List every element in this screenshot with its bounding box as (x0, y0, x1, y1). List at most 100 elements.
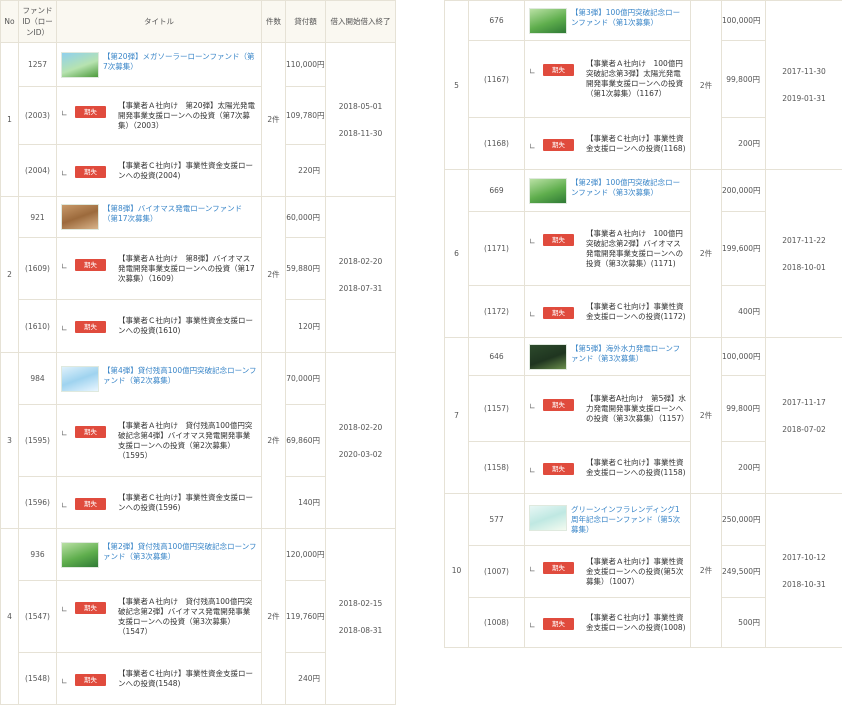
end-date: 2018-11-30 (338, 128, 383, 138)
fund-title-cell: 【第2弾】100億円突破記念ローンファンド（第3次募集） (524, 169, 691, 212)
fund-id: 936 (18, 528, 57, 581)
child-elbow-icon: ∟ (529, 67, 536, 76)
loan-id: (2003) (18, 86, 57, 145)
loan-cell: ∟ 期失 【事業者Ｃ社向け】事業性資金支援ローンへの投資(1168) (524, 117, 691, 170)
loan-amount: 120円 (285, 299, 326, 353)
fund-title-link[interactable]: 【第4弾】貸付残高100億円突破記念ローンファンド（第2次募集） (103, 366, 257, 386)
fund-amount: 250,000円 (721, 493, 766, 546)
fund-title-cell: 【第2弾】貸付残高100億円突破記念ローンファンド（第3次募集） (56, 528, 262, 581)
loan-id: (1171) (468, 211, 525, 286)
loan-id: (1547) (18, 580, 57, 653)
start-date: 2017-11-30 (782, 67, 826, 76)
loan-amount: 400円 (721, 285, 766, 338)
fund-id: 984 (18, 352, 57, 405)
end-date: 2018-07-31 (338, 283, 383, 293)
end-date: 2018-07-02 (782, 424, 826, 434)
fund-title-link[interactable]: 【第5弾】海外水力発電ローンファンド（第3次募集） (571, 344, 686, 364)
child-elbow-icon: ∟ (61, 168, 68, 178)
loan-title: 【事業者Ａ社向け 第8弾】バイオマス発電開発事業支援ローンへの投資（第17次募集… (118, 253, 255, 283)
fund-thumbnail[interactable] (61, 51, 99, 78)
status-badge: 期失 (543, 617, 574, 630)
fund-title-link[interactable]: 【第20弾】メガソーラーローンファンド（第7次募集） (103, 52, 257, 72)
fund-thumbnail[interactable] (61, 365, 99, 392)
loan-id: (1168) (468, 117, 525, 170)
fund-title-link[interactable]: 【第2弾】100億円突破記念ローンファンド（第3次募集） (571, 178, 686, 198)
child-elbow-icon: ∟ (61, 428, 68, 438)
loan-amount: 99,800円 (721, 40, 766, 118)
fund-row: 3 984 【第4弾】貸付残高100億円突破記念ローンファンド（第2次募集） 2… (0, 352, 396, 529)
fund-thumbnail[interactable] (61, 204, 99, 230)
loan-cell: ∟ 期失 【事業者Ａ社向け 100億円突破記念第2弾】バイオマス発電開発事業支援… (524, 211, 691, 286)
fund-title-cell: 【第5弾】海外水力発電ローンファンド（第3次募集） (524, 337, 691, 376)
fund-thumbnail[interactable] (529, 343, 567, 370)
loan-title: 【事業者Ｃ社向け】事業性資金支援ローンへの投資(1168) (586, 133, 686, 153)
loan-id: (1167) (468, 40, 525, 118)
fund-title-link[interactable]: 【第3弾】100億円突破記念ローンファンド（第1次募集） (571, 8, 686, 28)
fund-title-link[interactable]: 【第2弾】貸付残高100億円突破記念ローンファンド（第3次募集） (103, 542, 257, 562)
fund-title-cell: 【第20弾】メガソーラーローンファンド（第7次募集） (56, 42, 262, 87)
status-badge: 期失 (543, 398, 574, 411)
child-elbow-icon: ∟ (61, 108, 68, 118)
loan-title: 【事業者Ｃ社向け】事業性資金支援ローンへの投資(1610) (118, 316, 253, 335)
date-range: 2017-11-30 2019-01-31 (765, 0, 842, 170)
row-number: 2 (0, 196, 19, 353)
fund-thumbnail[interactable] (529, 177, 567, 204)
status-badge: 期失 (543, 64, 574, 76)
child-elbow-icon: ∟ (529, 309, 536, 319)
child-elbow-icon: ∟ (61, 261, 68, 271)
fund-amount: 100,000円 (721, 0, 766, 41)
fund-thumbnail[interactable] (529, 504, 567, 531)
loan-title: 【事業者Ｃ社向け】事業性資金支援ローンへの投資(1596) (118, 492, 253, 512)
row-number: 6 (444, 169, 469, 338)
loan-cell: ∟ 期失 【事業者Ｃ社向け】事業性資金支援ローンへの投資(2004) (56, 144, 262, 197)
loan-amount: 140円 (285, 476, 326, 529)
loan-id: (1595) (18, 404, 57, 477)
fund-title-cell: 【第8弾】バイオマス発電ローンファンド（第17次募集） (56, 196, 262, 238)
date-range: 2018-02-20 2018-07-31 (325, 196, 396, 353)
status-badge: 期失 (75, 601, 106, 614)
status-badge: 期失 (75, 165, 106, 178)
child-elbow-icon: ∟ (529, 401, 536, 411)
loan-cell: ∟ 期失 【事業者Ａ社向け 第8弾】バイオマス発電開発事業支援ローンへの投資（第… (56, 237, 262, 300)
loan-amount: 69,860円 (285, 404, 326, 477)
loan-title: 【事業者Ａ社向け 貸付残高100億円突破記念第4弾】バイオマス発電開発事業支援ロ… (118, 420, 253, 460)
loan-amount: 240円 (285, 652, 326, 705)
loan-cell: ∟ 期失 【事業者Ｃ社向け】事業性資金支援ローンへの投資(1610) (56, 299, 262, 353)
child-elbow-icon: ∟ (529, 141, 536, 151)
status-badge: 期失 (543, 561, 574, 574)
loan-amount: 249,500円 (721, 545, 766, 598)
loan-cell: ∟ 期失 【事業者Ｃ社向け】事業性資金支援ローンへの投資(1008) (524, 597, 691, 648)
fund-title-link[interactable]: 【第8弾】バイオマス発電ローンファンド（第17次募集） (103, 204, 257, 224)
loan-cell: ∟ 期失 【事業者Ｃ社向け】事業性資金支援ローンへの投資(1172) (524, 285, 691, 338)
fund-id: 646 (468, 337, 525, 376)
row-number: 5 (444, 0, 469, 170)
row-number: 10 (444, 493, 469, 648)
status-badge: 期失 (75, 497, 106, 510)
end-date: 2018-10-31 (782, 579, 826, 589)
loan-title: 【事業者Ａ社向け 第20弾】太陽光発電開発事業支援ローンへの投資（第7次募集）（… (118, 100, 256, 130)
fund-title-cell: グリーンインフラレンディング1周年記念ローンファンド（第5次募集） (524, 493, 691, 546)
table-header-row: No ファンドID（ローンID） タイトル 件数 貸付額 借入開始借入終了 (0, 0, 396, 43)
child-elbow-icon: ∟ (529, 620, 536, 630)
fund-amount: 120,000円 (285, 528, 326, 581)
loan-count: 2件 (690, 493, 722, 648)
loan-count: 2件 (261, 528, 286, 705)
loan-cell: ∟ 期失 【事業者Ａ社向け 100億円突破記念第3弾】太陽光発電開発事業支援ロー… (524, 40, 691, 118)
row-number: 3 (0, 352, 19, 529)
header-no: No (0, 0, 19, 43)
header-amount: 貸付額 (285, 0, 326, 43)
start-date: 2017-11-17 (782, 397, 826, 407)
child-elbow-icon: ∟ (529, 236, 536, 246)
loan-title: 【事業者Ａ社向け 100億円突破記念第3弾】太陽光発電開発事業支援ローンへの投資… (586, 59, 684, 98)
fund-amount: 100,000円 (721, 337, 766, 376)
fund-id: 669 (468, 169, 525, 212)
fund-thumbnail[interactable] (529, 7, 567, 34)
fund-amount: 110,000円 (285, 42, 326, 87)
loan-count: 2件 (261, 352, 286, 529)
date-range: 2018-02-20 2020-03-02 (325, 352, 396, 529)
fund-title-link[interactable]: グリーンインフラレンディング1周年記念ローンファンド（第5次募集） (571, 505, 686, 535)
fund-thumbnail[interactable] (61, 541, 99, 568)
loan-amount: 220円 (285, 144, 326, 197)
loan-amount: 59,880円 (285, 237, 326, 300)
fund-row: 10 577 グリーンインフラレンディング1周年記念ローンファンド（第5次募集）… (444, 493, 842, 648)
